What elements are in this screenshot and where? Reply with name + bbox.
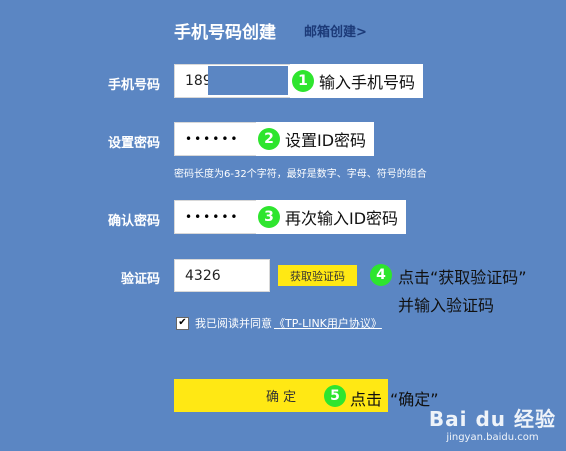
annotation-5-text: 点击 <box>350 390 383 409</box>
step-badge-5: 5 <box>324 385 346 407</box>
annotation-text: 输入手机号码 <box>319 73 416 92</box>
captcha-label: 验证码 <box>120 272 160 287</box>
annotation-4-line2: 并输入验证码 <box>398 296 495 315</box>
agreement-link[interactable]: 《TP-LINK用户协议》 <box>274 315 382 331</box>
captcha-input-value: 4326 <box>185 267 221 284</box>
annotation-2: 2 设置ID密码 <box>256 122 375 156</box>
annotation-1: 1 输入手机号码 <box>290 64 424 98</box>
step-badge: 1 <box>292 70 314 92</box>
confirm-button-label: 确 定 <box>266 390 297 405</box>
page-title: 手机号码创建 <box>174 23 276 43</box>
agreement-row: ✔ 我已阅读并同意 《TP-LINK用户协议》 <box>176 315 382 331</box>
captcha-input[interactable]: 4326 <box>174 259 270 292</box>
annotation-text: 再次输入ID密码 <box>285 209 399 228</box>
step-badge: 2 <box>258 128 280 150</box>
get-captcha-button[interactable]: 获取验证码 <box>278 265 357 286</box>
watermark-url: jingyan.baidu.com <box>446 432 539 443</box>
confirm-password-input-value: •••••• <box>185 210 240 224</box>
password-input-value: •••••• <box>185 132 240 146</box>
watermark-logo: Bai du 经验 <box>428 407 556 431</box>
phone-label: 手机号码 <box>107 78 160 93</box>
baidu-watermark: Bai du 经验 jingyan.baidu.com <box>429 403 556 443</box>
annotation-text: 设置ID密码 <box>285 131 367 150</box>
step-badge: 3 <box>258 206 280 228</box>
annotation-3: 3 再次输入ID密码 <box>256 200 407 234</box>
password-label: 设置密码 <box>107 136 160 151</box>
confirm-password-label: 确认密码 <box>107 214 160 229</box>
phone-redaction <box>208 66 288 95</box>
email-create-link[interactable]: 邮箱创建> <box>304 21 367 40</box>
agreement-text: 我已阅读并同意 <box>195 317 272 330</box>
step-badge-4: 4 <box>370 264 392 286</box>
annotation-4-line1: 点击“获取验证码” <box>398 268 527 287</box>
agreement-checkbox[interactable]: ✔ <box>176 316 189 330</box>
password-hint: 密码长度为6-32个字符，最好是数字、字母、符号的组合 <box>174 169 427 180</box>
